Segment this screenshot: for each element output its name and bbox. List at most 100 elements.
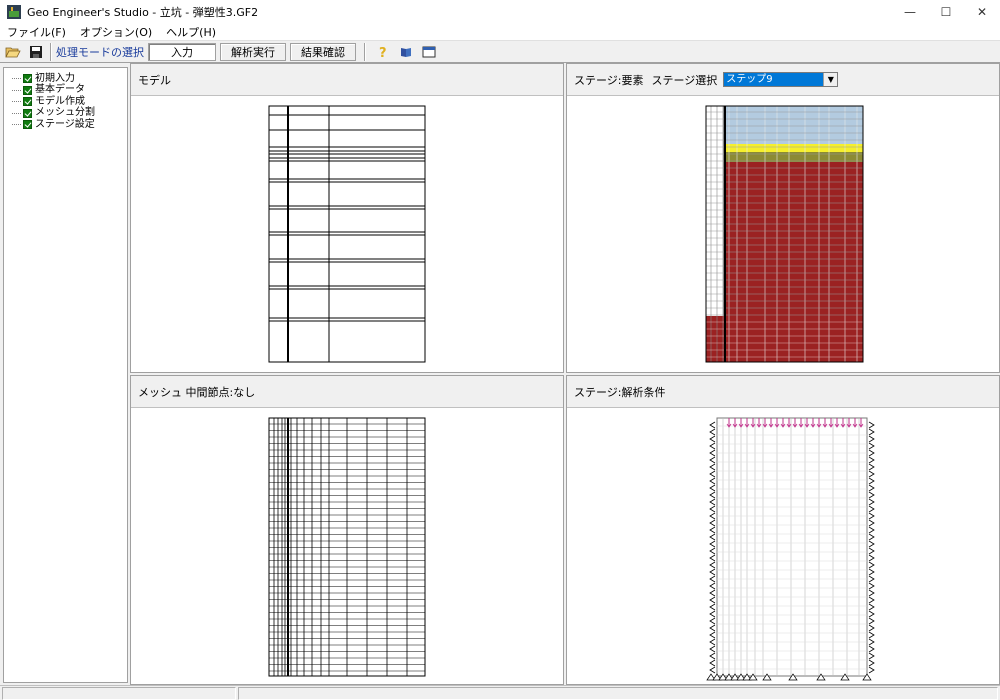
support-right [868, 624, 875, 632]
model-panel: モデル [130, 63, 564, 373]
status-bar [0, 685, 1000, 700]
checkbox-icon[interactable] [23, 108, 32, 118]
support-right [868, 561, 875, 569]
tree-item-label: 初期入力 [35, 72, 75, 84]
book-icon[interactable] [396, 43, 416, 61]
support-left [709, 603, 716, 611]
support-left [709, 645, 716, 653]
tree-item-stage[interactable]: ステージ設定 [4, 119, 127, 131]
save-icon[interactable] [26, 43, 46, 61]
stage-condition-header: ステージ:解析条件 [567, 376, 999, 408]
tree-view: 初期入力 基本データ モデル作成 メッシュ分割 ステージ設定 [3, 67, 128, 683]
support-left [709, 470, 716, 478]
mode-input-button[interactable]: 入力 [148, 42, 216, 61]
checkbox-icon[interactable] [23, 120, 32, 130]
support-left [709, 540, 716, 548]
stage-select-value: ステップ9 [724, 73, 824, 86]
support-right [868, 568, 875, 576]
support-right [868, 575, 875, 583]
support-right [868, 659, 875, 667]
tree-item-label: モデル作成 [35, 95, 85, 107]
status-segment [238, 687, 998, 700]
menu-bar: ファイル(F) オプション(O) ヘルプ(H) [0, 24, 1000, 41]
dropdown-arrow-icon[interactable]: ▼ [823, 73, 838, 86]
tree-item-basic-data[interactable]: 基本データ [4, 85, 127, 97]
model-drawing[interactable] [131, 96, 563, 372]
stage-select[interactable]: ステップ9 ▼ [723, 72, 839, 87]
support-right [868, 666, 875, 674]
support-left [709, 582, 716, 590]
status-segment [2, 687, 236, 700]
support-bottom [862, 673, 872, 681]
support-right [868, 428, 875, 436]
tree-item-model[interactable]: モデル作成 [4, 96, 127, 108]
support-left [709, 638, 716, 646]
support-right [868, 617, 875, 625]
checkbox-icon[interactable] [23, 74, 32, 84]
support-right [868, 435, 875, 443]
support-right [868, 505, 875, 513]
close-icon[interactable]: ✕ [964, 0, 1000, 24]
mesh-panel: メッシュ 中間節点:なし [130, 375, 564, 685]
support-left [709, 442, 716, 450]
support-left [709, 421, 716, 429]
help-icon[interactable]: ? [373, 43, 393, 61]
mode-analysis-button[interactable]: 解析実行 [220, 42, 286, 61]
support-right [868, 603, 875, 611]
support-left [709, 659, 716, 667]
mode-result-button[interactable]: 結果確認 [290, 42, 356, 61]
support-left [709, 512, 716, 520]
support-left [709, 435, 716, 443]
support-right [868, 645, 875, 653]
support-right [868, 477, 875, 485]
tree-item-initial-input[interactable]: 初期入力 [4, 73, 127, 85]
support-left [709, 449, 716, 457]
support-left [709, 484, 716, 492]
stage-element-title: ステージ:要素 [574, 73, 644, 87]
stage-select-label: ステージ選択 [651, 73, 718, 87]
cond-outline [716, 417, 868, 677]
tree-item-label: メッシュ分割 [35, 107, 95, 119]
stage-element-drawing[interactable] [567, 96, 999, 372]
toolbar-separator [364, 42, 366, 61]
minimize-icon[interactable]: — [892, 0, 928, 24]
window-icon[interactable] [419, 43, 439, 61]
support-left [709, 617, 716, 625]
open-folder-icon[interactable] [3, 43, 23, 61]
mesh-panel-title: メッシュ 中間節点:なし [138, 385, 256, 399]
support-right [868, 589, 875, 597]
support-right [868, 554, 875, 562]
maximize-icon[interactable]: ☐ [928, 0, 964, 24]
support-left [709, 610, 716, 618]
mesh-drawing[interactable] [131, 408, 563, 684]
support-right [868, 498, 875, 506]
stage-soil-layer [725, 162, 863, 362]
mode-label: 処理モードの選択 [56, 45, 144, 59]
menu-file[interactable]: ファイル(F) [0, 24, 73, 40]
stage-condition-panel: ステージ:解析条件 [566, 375, 1000, 685]
support-bottom [788, 673, 798, 681]
support-left [709, 491, 716, 499]
support-left [709, 568, 716, 576]
support-right [868, 610, 875, 618]
support-bottom [762, 673, 772, 681]
support-right [868, 421, 875, 429]
support-right [868, 596, 875, 604]
support-right [868, 491, 875, 499]
checkbox-icon[interactable] [23, 97, 32, 107]
checkbox-icon[interactable] [23, 85, 32, 95]
menu-option[interactable]: オプション(O) [73, 24, 159, 40]
support-left [709, 498, 716, 506]
support-right [868, 512, 875, 520]
stage-condition-drawing[interactable] [567, 408, 999, 684]
model-outline [268, 105, 426, 363]
stage-soil-left [706, 316, 724, 362]
menu-help[interactable]: ヘルプ(H) [159, 24, 223, 40]
support-left [709, 589, 716, 597]
support-left [709, 666, 716, 674]
tree-item-mesh[interactable]: メッシュ分割 [4, 108, 127, 120]
support-left [709, 519, 716, 527]
support-left [709, 561, 716, 569]
tree-item-label: 基本データ [35, 84, 85, 96]
support-right [868, 547, 875, 555]
